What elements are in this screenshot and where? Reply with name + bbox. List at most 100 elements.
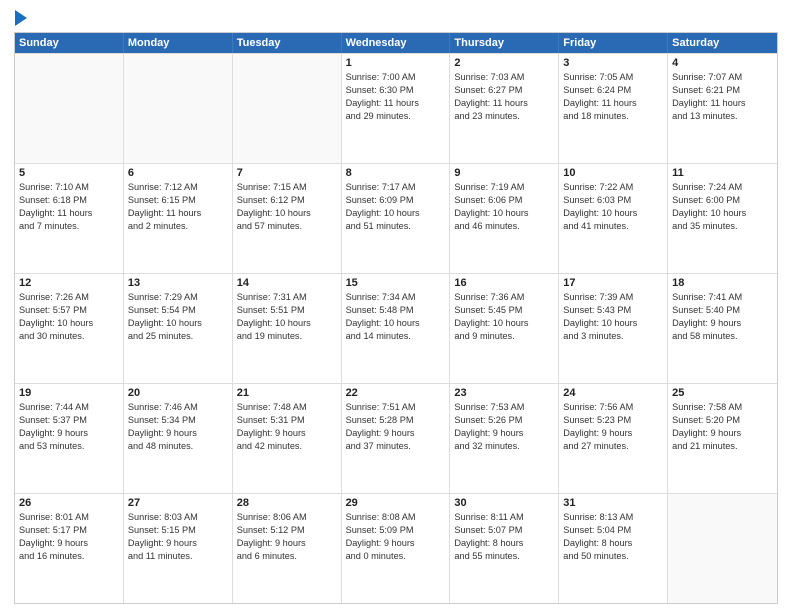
cell-line: Daylight: 9 hours [19,427,119,440]
cell-line: Sunrise: 7:41 AM [672,291,773,304]
calendar-row-4: 26 Sunrise: 8:01 AMSunset: 5:17 PM Dayligh… [15,493,777,603]
day-cell-31: 31Sunrise: 8:13 AMSunset: 5:04 PMDayligh… [559,494,668,603]
cell-line: Sunrise: 7:48 AM [237,401,337,414]
empty-cell [124,54,233,163]
cell-line: and 30 minutes. [19,330,119,343]
cell-line: Daylight: 9 hours [346,427,446,440]
day-number: 26 [19,497,119,509]
cell-line: Sunrise: 7:36 AM [454,291,554,304]
day-cell-26: 26Sunrise: 8:01 AMSunset: 5:17 PMDayligh… [15,494,124,603]
day-number: 7 [237,167,337,179]
day-number: 14 [237,277,337,289]
cell-line: Daylight: 10 hours [128,317,228,330]
cell-line: Sunrise: 8:01 AM [19,511,119,524]
cell-line: Sunset: 5:54 PM [128,304,228,317]
logo [14,10,28,26]
day-number: 5 [19,167,119,179]
day-cell-3: 3Sunrise: 7:05 AMSunset: 6:24 PMDaylight… [559,54,668,163]
cell-line: Sunrise: 8:03 AM [128,511,228,524]
day-cell-16: 16Sunrise: 7:36 AMSunset: 5:45 PMDayligh… [450,274,559,383]
cell-line: Daylight: 10 hours [563,207,663,220]
cell-line: and 13 minutes. [672,110,773,123]
cell-line: and 23 minutes. [454,110,554,123]
cell-line: Sunrise: 7:31 AM [237,291,337,304]
empty-cell [668,494,777,603]
cell-line: Sunset: 5:45 PM [454,304,554,317]
cell-line: Sunset: 6:09 PM [346,194,446,207]
day-cell-18: 18Sunrise: 7:41 AMSunset: 5:40 PMDayligh… [668,274,777,383]
cell-line: and 21 minutes. [672,440,773,453]
cell-line: Daylight: 9 hours [672,427,773,440]
cell-line: Sunrise: 7:05 AM [563,71,663,84]
header-day-monday: Monday [124,33,233,53]
day-cell-1: 1Sunrise: 7:00 AMSunset: 6:30 PMDaylight… [342,54,451,163]
day-number: 19 [19,387,119,399]
cell-line: and 6 minutes. [237,550,337,563]
day-cell-14: 14Sunrise: 7:31 AMSunset: 5:51 PMDayligh… [233,274,342,383]
day-cell-13: 13Sunrise: 7:29 AMSunset: 5:54 PMDayligh… [124,274,233,383]
cell-line: Sunrise: 8:06 AM [237,511,337,524]
cell-line: Sunset: 5:07 PM [454,524,554,537]
cell-line: Daylight: 8 hours [454,537,554,550]
cell-line: Daylight: 10 hours [672,207,773,220]
day-cell-4: 4Sunrise: 7:07 AMSunset: 6:21 PMDaylight… [668,54,777,163]
day-number: 3 [563,57,663,69]
day-cell-9: 9Sunrise: 7:19 AMSunset: 6:06 PMDaylight… [450,164,559,273]
cell-line: Sunset: 5:17 PM [19,524,119,537]
cell-line: Sunset: 5:20 PM [672,414,773,427]
day-cell-24: 24Sunrise: 7:56 AMSunset: 5:23 PMDayligh… [559,384,668,493]
logo-text [14,10,28,26]
cell-line: Daylight: 8 hours [563,537,663,550]
day-cell-29: 29Sunrise: 8:08 AMSunset: 5:09 PMDayligh… [342,494,451,603]
cell-line: Daylight: 9 hours [454,427,554,440]
day-number: 25 [672,387,773,399]
day-cell-27: 27Sunrise: 8:03 AMSunset: 5:15 PMDayligh… [124,494,233,603]
cell-line: Sunrise: 7:51 AM [346,401,446,414]
cell-line: Sunrise: 7:58 AM [672,401,773,414]
day-cell-5: 5Sunrise: 7:10 AMSunset: 6:18 PMDaylight… [15,164,124,273]
cell-line: and 11 minutes. [128,550,228,563]
day-number: 4 [672,57,773,69]
cell-line: Sunset: 5:09 PM [346,524,446,537]
cell-line: Sunset: 6:21 PM [672,84,773,97]
day-cell-7: 7Sunrise: 7:15 AMSunset: 6:12 PMDaylight… [233,164,342,273]
cell-line: and 55 minutes. [454,550,554,563]
day-cell-20: 20Sunrise: 7:46 AMSunset: 5:34 PMDayligh… [124,384,233,493]
calendar-header: SundayMondayTuesdayWednesdayThursdayFrid… [15,33,777,53]
cell-line: and 27 minutes. [563,440,663,453]
cell-line: and 16 minutes. [19,550,119,563]
page: SundayMondayTuesdayWednesdayThursdayFrid… [0,0,792,612]
day-number: 10 [563,167,663,179]
cell-line: and 41 minutes. [563,220,663,233]
cell-line: Sunset: 6:24 PM [563,84,663,97]
cell-line: and 25 minutes. [128,330,228,343]
cell-line: Sunrise: 8:13 AM [563,511,663,524]
cell-line: Sunrise: 8:08 AM [346,511,446,524]
day-number: 15 [346,277,446,289]
cell-line: Daylight: 10 hours [19,317,119,330]
cell-line: Daylight: 10 hours [454,317,554,330]
cell-line: and 58 minutes. [672,330,773,343]
cell-line: Sunrise: 7:34 AM [346,291,446,304]
cell-line: and 2 minutes. [128,220,228,233]
cell-line: Sunrise: 7:56 AM [563,401,663,414]
day-number: 23 [454,387,554,399]
day-cell-10: 10Sunrise: 7:22 AMSunset: 6:03 PMDayligh… [559,164,668,273]
calendar: SundayMondayTuesdayWednesdayThursdayFrid… [14,32,778,604]
cell-line: Daylight: 10 hours [237,317,337,330]
cell-line: Daylight: 11 hours [346,97,446,110]
cell-line: Sunset: 6:30 PM [346,84,446,97]
cell-line: Sunrise: 7:29 AM [128,291,228,304]
cell-line: Sunset: 6:06 PM [454,194,554,207]
day-number: 21 [237,387,337,399]
day-cell-2: 2Sunrise: 7:03 AMSunset: 6:27 PMDaylight… [450,54,559,163]
cell-line: and 51 minutes. [346,220,446,233]
cell-line: Daylight: 9 hours [346,537,446,550]
day-number: 27 [128,497,228,509]
cell-line: Sunrise: 8:11 AM [454,511,554,524]
day-number: 31 [563,497,663,509]
empty-cell [233,54,342,163]
day-cell-30: 30Sunrise: 8:11 AMSunset: 5:07 PMDayligh… [450,494,559,603]
cell-line: Sunset: 6:18 PM [19,194,119,207]
calendar-row-0: 1Sunrise: 7:00 AMSunset: 6:30 PMDaylight… [15,53,777,163]
